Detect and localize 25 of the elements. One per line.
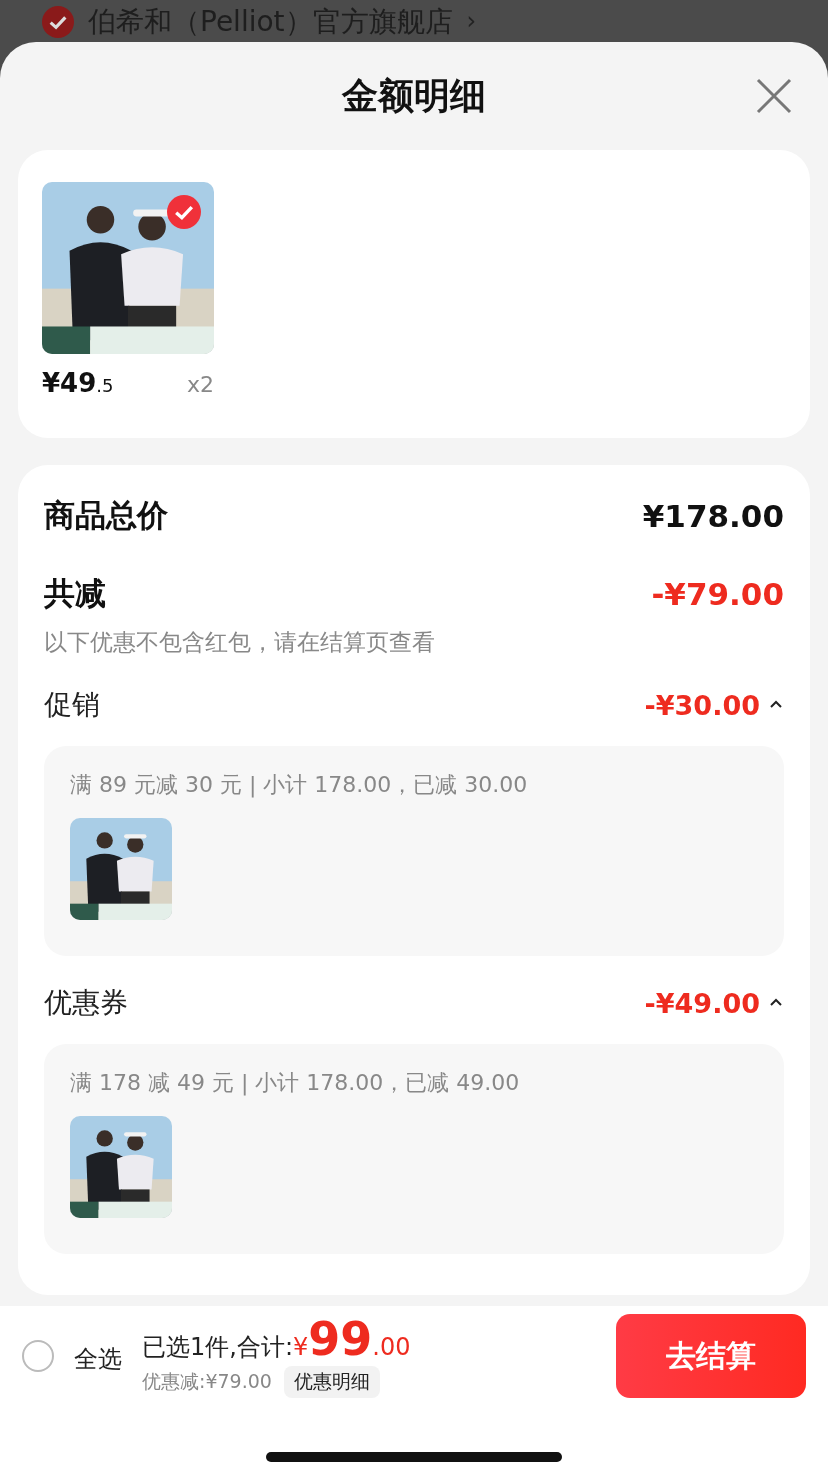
discount-amount: -¥30.00	[644, 689, 760, 721]
total-amount: ¥99.00	[293, 1314, 411, 1364]
discount-type: 优惠券	[44, 985, 128, 1021]
close-icon[interactable]	[756, 78, 792, 114]
discount-type: 促销	[44, 687, 100, 723]
discount-details-button[interactable]: 优惠明细	[283, 1366, 380, 1398]
discount-amount: -¥49.00	[644, 987, 760, 1019]
select-all-label[interactable]: 全选	[74, 1343, 122, 1375]
select-all-radio[interactable]	[22, 1340, 54, 1372]
discount-label: 共减	[44, 574, 106, 613]
discount-value: -¥79.00	[651, 576, 784, 612]
sheet-title: 金额明细	[342, 73, 486, 118]
savings-text: 优惠减:¥79.00	[142, 1369, 272, 1394]
discount-detail: 满 178 减 49 元 | 小计 178.00，已减 49.00	[70, 1069, 521, 1098]
chevron-icon: ›	[466, 6, 477, 36]
selected-total-label: 已选1件,合计:	[142, 1332, 293, 1363]
item-quantity: x2	[186, 372, 214, 397]
check-icon[interactable]	[42, 6, 74, 38]
checkout-button[interactable]: 去结算	[616, 1314, 806, 1398]
total-label: 商品总价	[44, 496, 168, 535]
total-value: ¥178.00	[642, 498, 784, 534]
item-price: ¥49.5	[42, 368, 114, 398]
discount-detail: 满 89 元减 30 元 | 小计 178.00，已减 30.00	[70, 771, 529, 800]
check-icon[interactable]	[167, 195, 201, 229]
discount-note: 以下优惠不包含红包，请在结算页查看	[44, 628, 436, 657]
